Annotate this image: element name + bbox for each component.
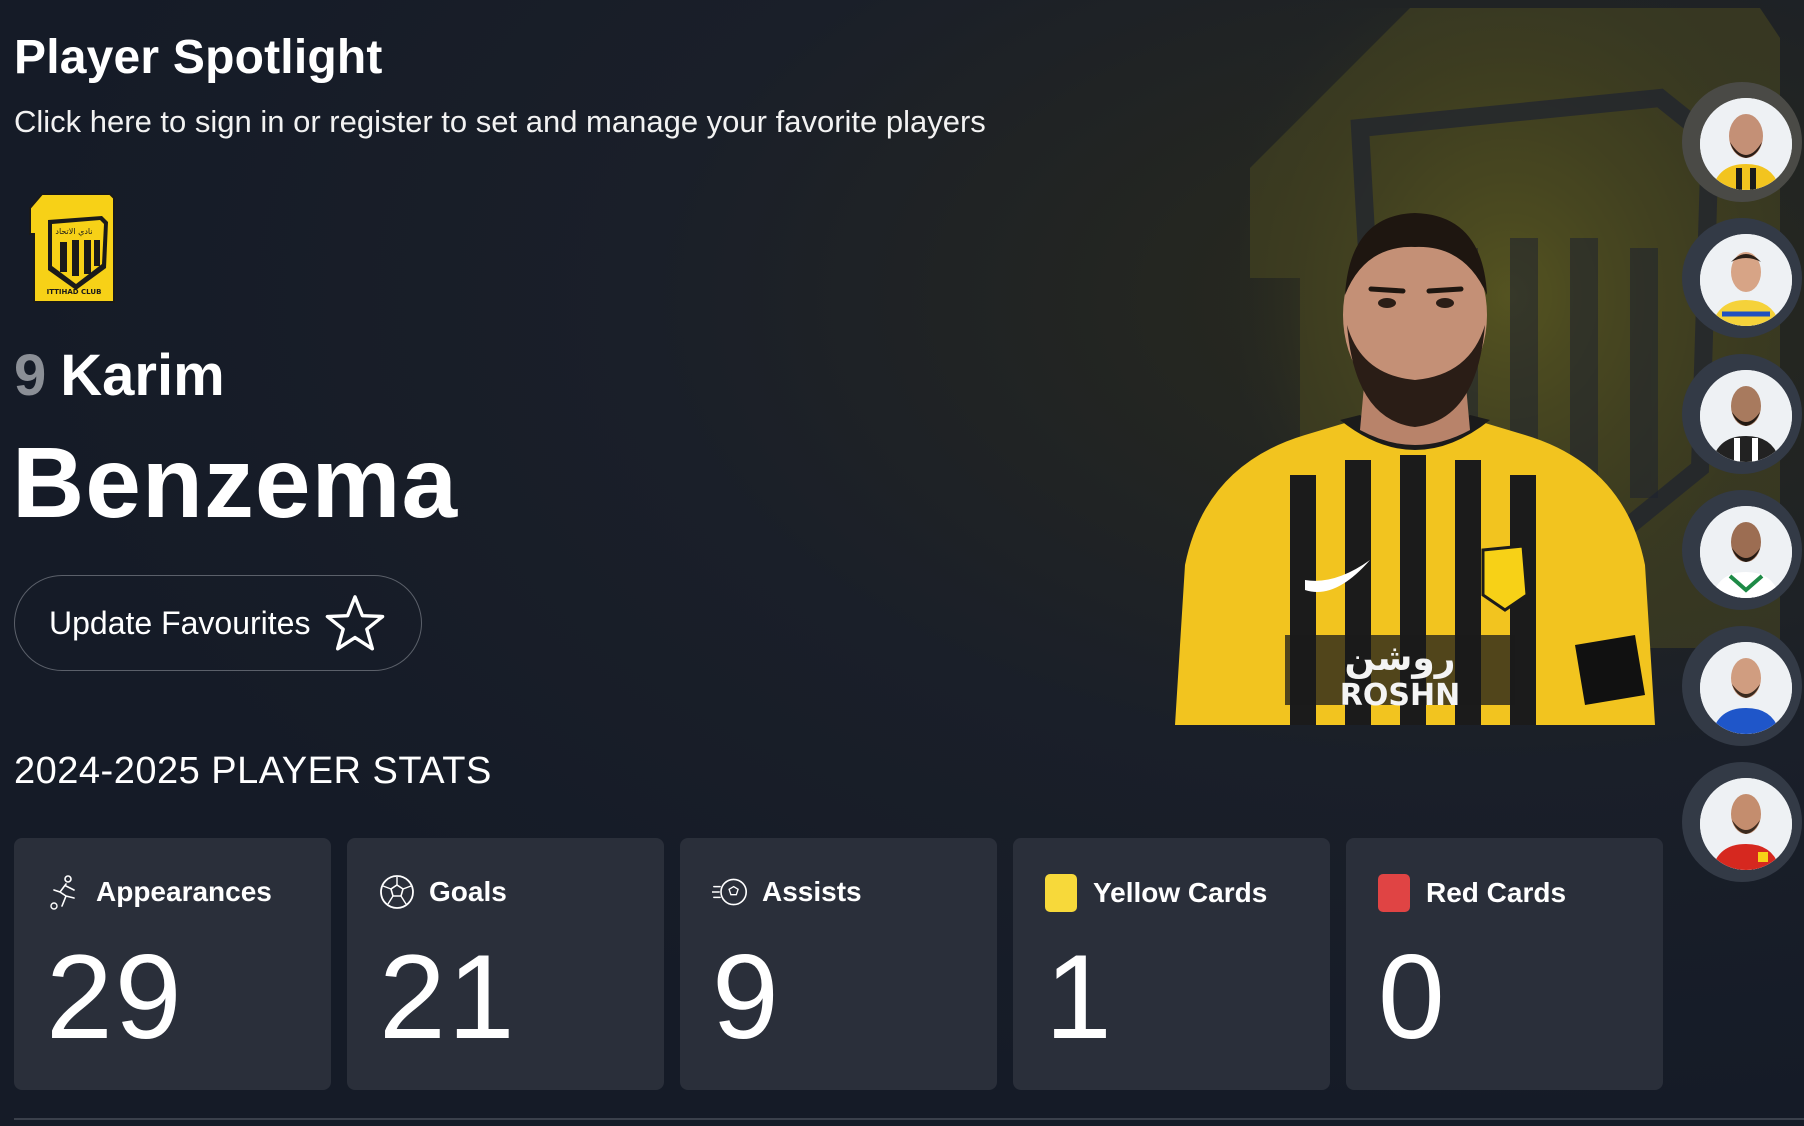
- stat-label: Assists: [762, 876, 862, 907]
- carousel-player-thumb[interactable]: [1682, 82, 1802, 202]
- carousel-player-thumb[interactable]: [1682, 354, 1802, 474]
- player-kicking-icon: [50, 875, 75, 910]
- carousel-player-thumb[interactable]: [1682, 218, 1802, 338]
- carousel-player-thumb[interactable]: [1682, 626, 1802, 746]
- stat-card-goals: Goals 21: [347, 838, 664, 1090]
- stat-value-assists: 9: [712, 930, 781, 1064]
- ittihad-club-logo: نادي الاتحاد ITTIHAD CLUB: [29, 193, 115, 303]
- player-avatar: [1700, 506, 1792, 598]
- player-avatar: [1700, 778, 1792, 870]
- carousel-player-thumb[interactable]: [1682, 762, 1802, 882]
- stat-card-red-cards: Red Cards 0: [1346, 838, 1663, 1090]
- stat-value-goals: 21: [379, 930, 517, 1064]
- stat-label: Yellow Cards: [1093, 877, 1268, 908]
- svg-text:نادي الاتحاد: نادي الاتحاد: [55, 227, 92, 236]
- player-portrait: روشن ROSHN: [1175, 213, 1655, 725]
- stat-value-appearances: 29: [46, 930, 184, 1064]
- player-avatar: [1700, 370, 1792, 462]
- stat-card-assists: Assists 9: [680, 838, 997, 1090]
- stat-label: Goals: [429, 876, 507, 907]
- player-avatar: [1700, 234, 1792, 326]
- stat-value-yellow-cards: 1: [1045, 930, 1114, 1064]
- update-favourites-button[interactable]: Update Favourites: [14, 575, 422, 671]
- stat-label: Red Cards: [1426, 877, 1567, 908]
- svg-text:ITTIHAD CLUB: ITTIHAD CLUB: [47, 288, 102, 296]
- update-favourites-label: Update Favourites: [49, 604, 311, 641]
- stat-card-appearances: Appearances 29: [14, 838, 331, 1090]
- red-card-icon: [1378, 874, 1410, 912]
- shirt-number: 9: [14, 343, 47, 408]
- player-avatar: [1700, 642, 1792, 734]
- bottom-divider: [14, 1118, 1804, 1120]
- star-outline-icon: [326, 595, 385, 651]
- player-avatar: [1700, 98, 1792, 190]
- player-last-name: Benzema: [12, 427, 459, 539]
- stat-card-yellow-cards: Yellow Cards 1: [1013, 838, 1330, 1090]
- stats-row: Appearances 29 Goals 21 Assists 9 Yellow…: [14, 838, 1663, 1090]
- sign-in-link[interactable]: Click here to sign in or register to set…: [14, 104, 986, 140]
- stats-heading: 2024-2025 PLAYER STATS: [14, 750, 492, 792]
- stat-value-red-cards: 0: [1378, 930, 1447, 1064]
- football-assist-icon: [712, 878, 748, 906]
- player-first-name: Karim: [60, 343, 225, 408]
- stat-label: Appearances: [96, 876, 272, 907]
- svg-text:روشن: روشن: [1345, 638, 1456, 679]
- page-title: Player Spotlight: [14, 31, 383, 84]
- player-spotlight-page: Player Spotlight Click here to sign in o…: [0, 0, 1804, 1126]
- football-icon: [380, 875, 414, 909]
- yellow-card-icon: [1045, 874, 1077, 912]
- player-first-name-row: 9 Karim: [14, 342, 225, 409]
- svg-text:ROSHN: ROSHN: [1340, 678, 1460, 713]
- carousel-player-thumb[interactable]: [1682, 490, 1802, 610]
